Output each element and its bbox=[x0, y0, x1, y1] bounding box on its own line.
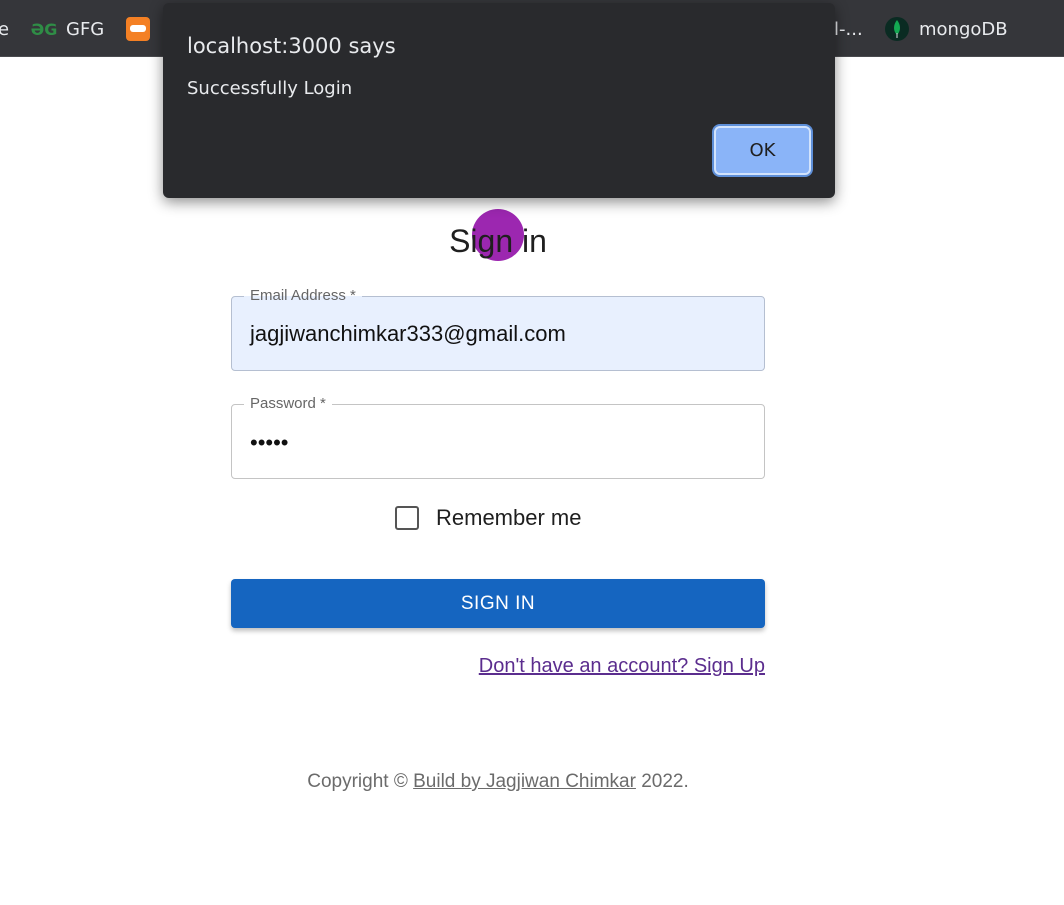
email-field[interactable]: Email Address * jagjiwanchimkar333@gmail… bbox=[231, 287, 765, 371]
email-field-label: Email Address * bbox=[244, 287, 362, 305]
page-title: Sign in bbox=[449, 223, 547, 259]
remember-me[interactable]: Remember me bbox=[395, 505, 581, 531]
bookmark-gfg[interactable]: ƏG GFG bbox=[30, 16, 105, 42]
gfg-icon: ƏG bbox=[30, 19, 58, 39]
copyright: Copyright © Build by Jagjiwan Chimkar 20… bbox=[0, 771, 996, 793]
bookmark-gfg-label: GFG bbox=[66, 18, 105, 40]
alert-dialog: localhost:3000 says Successfully Login O… bbox=[163, 3, 835, 198]
bookmark-partial-right[interactable]: l-... bbox=[834, 16, 863, 42]
copyright-suffix: 2022. bbox=[635, 771, 689, 792]
bookmark-partial-left[interactable]: e bbox=[0, 16, 9, 42]
password-input[interactable]: ••••• bbox=[250, 430, 289, 456]
copyright-prefix: Copyright © bbox=[307, 771, 414, 792]
bookmark-mongodb-label: mongoDB bbox=[919, 18, 1008, 40]
remember-me-checkbox[interactable] bbox=[395, 506, 419, 530]
password-field-label: Password * bbox=[244, 395, 332, 413]
dialog-message: Successfully Login bbox=[187, 78, 353, 99]
bookmark-partial-left-label: e bbox=[0, 18, 10, 40]
dialog-title: localhost:3000 says bbox=[187, 34, 396, 58]
bookmark-orange[interactable] bbox=[126, 16, 160, 42]
copyright-author-link[interactable]: Build by Jagjiwan Chimkar bbox=[413, 771, 636, 792]
email-input[interactable]: jagjiwanchimkar333@gmail.com bbox=[250, 321, 740, 347]
dialog-ok-button[interactable]: OK bbox=[714, 126, 811, 175]
sign-up-link[interactable]: Don't have an account? Sign Up bbox=[479, 655, 765, 678]
sign-in-button[interactable]: SIGN IN bbox=[231, 579, 765, 628]
bookmark-mongodb[interactable]: mongoDB bbox=[885, 16, 1008, 42]
bookmark-app-icon bbox=[126, 17, 150, 41]
password-field[interactable]: Password * ••••• bbox=[231, 395, 765, 479]
mongodb-leaf-icon bbox=[885, 17, 909, 41]
remember-me-label[interactable]: Remember me bbox=[436, 505, 581, 531]
bookmark-partial-right-label: l-... bbox=[834, 18, 863, 40]
